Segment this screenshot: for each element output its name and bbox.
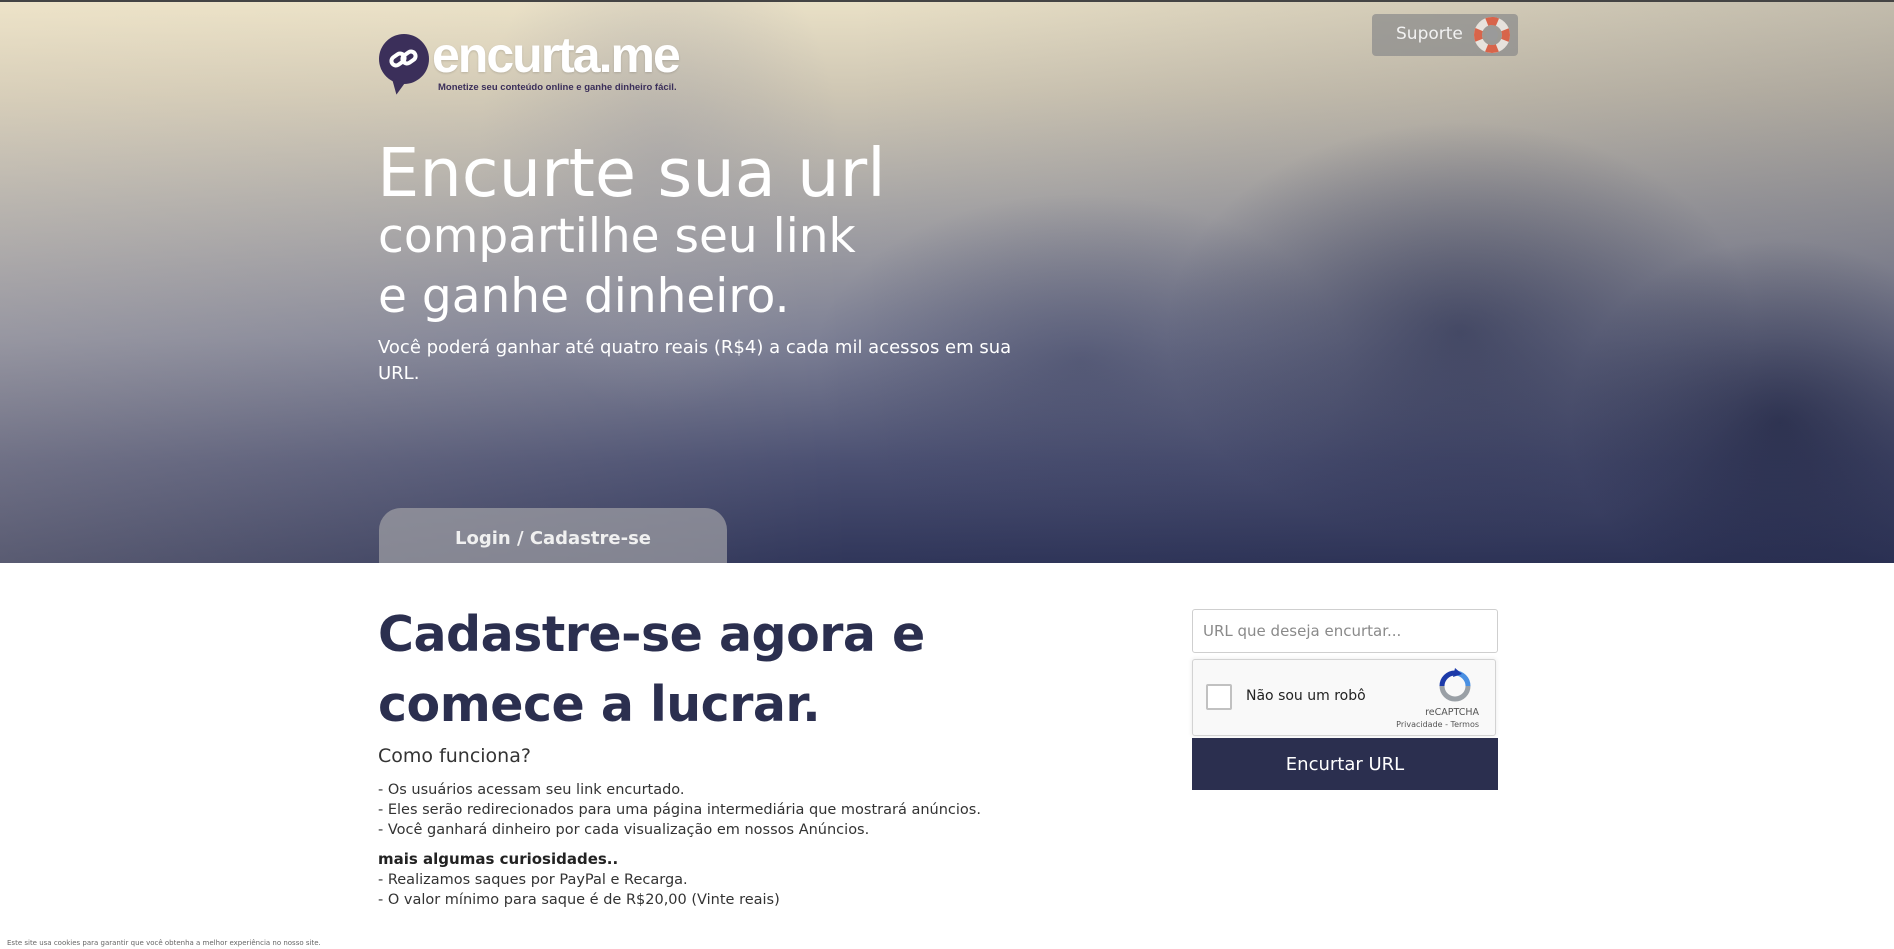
list-item: - Eles serão redirecionados para uma pág… xyxy=(378,802,981,818)
hero-line-share: compartilhe seu link xyxy=(378,209,856,264)
hero-section: encurta.me Monetize seu conteúdo online … xyxy=(0,0,1894,563)
how-it-works-list: - Os usuários acessam seu link encurtado… xyxy=(378,780,1078,840)
chain-link-icon xyxy=(379,34,429,84)
support-button[interactable]: Suporte xyxy=(1372,14,1518,56)
site-logo[interactable]: encurta.me Monetize seu conteúdo online … xyxy=(379,27,699,98)
support-label: Suporte xyxy=(1396,24,1463,44)
logo-tagline: Monetize seu conteúdo online e ganhe din… xyxy=(438,82,677,93)
list-item: - O valor mínimo para saque é de R$20,00… xyxy=(378,892,780,908)
recaptcha-brand: reCAPTCHA xyxy=(1425,707,1479,718)
hero-subtext: Você poderá ganhar até quatro reais (R$4… xyxy=(378,337,1012,384)
signup-heading: Cadastre-se agora e comece a lucrar. xyxy=(378,606,925,733)
hero-line-earn: e ganhe dinheiro. xyxy=(378,269,790,324)
curiosities-list: - Realizamos saques por PayPal e Recarga… xyxy=(378,870,1078,910)
recaptcha-label: Não sou um robô xyxy=(1246,688,1366,704)
shorten-url-button[interactable]: Encurtar URL xyxy=(1192,738,1498,790)
login-signup-tab[interactable]: Login / Cadastre-se xyxy=(379,508,727,563)
hero-overlay xyxy=(0,2,1894,563)
list-item: - Realizamos saques por PayPal e Recarga… xyxy=(378,872,688,888)
how-it-works-title: Como funciona? xyxy=(378,745,531,767)
recaptcha-icon xyxy=(1437,668,1473,704)
recaptcha-terms-link[interactable]: Privacidade - Termos xyxy=(1396,720,1479,729)
curiosities-title: mais algumas curiosidades.. xyxy=(378,850,619,868)
lifebuoy-icon xyxy=(1474,17,1510,53)
list-item: - Os usuários acessam seu link encurtado… xyxy=(378,782,685,798)
login-signup-label: Login / Cadastre-se xyxy=(455,528,651,549)
recaptcha-widget: Não sou um robô reCAPTCHA Privacidade - … xyxy=(1192,659,1496,736)
cookie-notice: Este site usa cookies para garantir que … xyxy=(7,939,321,947)
recaptcha-checkbox[interactable] xyxy=(1206,684,1232,710)
hero-headline: Encurte sua url xyxy=(377,134,886,212)
url-input[interactable] xyxy=(1192,609,1498,653)
logo-text: encurta.me xyxy=(432,27,681,83)
list-item: - Você ganhará dinheiro por cada visuali… xyxy=(378,822,870,838)
